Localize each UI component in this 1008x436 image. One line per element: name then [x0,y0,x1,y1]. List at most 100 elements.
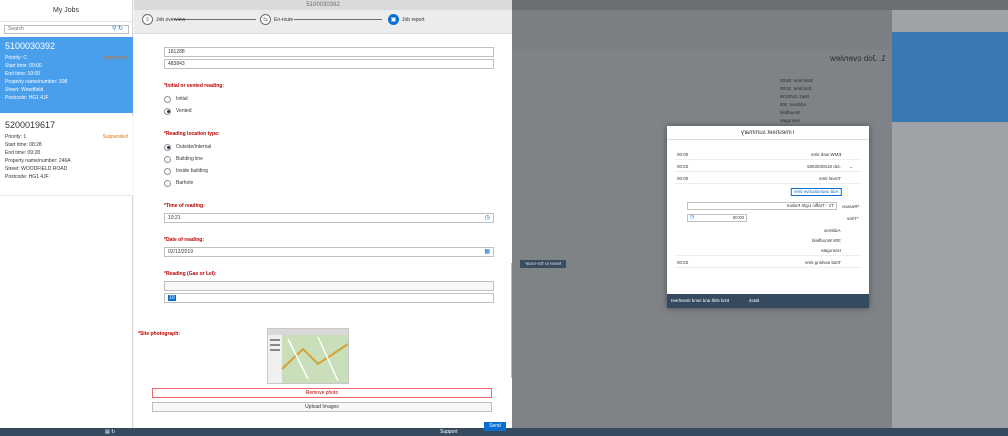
radio-label: Outside/Internal [176,144,212,150]
reading-label: *Reading (Gas or Lel): [164,271,217,277]
add-unproductive-time-button[interactable]: Add unproductive time [791,188,842,196]
step-en-route[interactable]: ⇆ En-route [260,14,296,25]
radio-label: Barhole [176,180,194,186]
right-header [512,0,1008,10]
send-button[interactable]: Send [484,422,506,431]
radio-selected-icon [164,107,171,115]
toolbar-icons[interactable]: ▤ ↻ [105,428,115,436]
job-property: Property name/number: 246A [5,158,71,164]
job-postcode: Postcode: HG1 4JF [5,174,49,180]
radio-initial[interactable]: Initial [164,93,494,105]
radio-icon [164,167,171,175]
value-field-2[interactable]: 483843 [164,59,494,69]
radio-label: Inside building [176,168,208,174]
job-item[interactable]: 5200019617 Priority: 1 Suspended Start t… [0,116,133,196]
right-info-3: Start: 01/02/19 [780,94,810,99]
time-input[interactable]: 00:00 [687,214,747,222]
initial-label: *Initial or vented reading: [164,83,225,89]
job-status: Suspended [102,134,128,140]
radio-label: Building line [176,156,203,162]
job-priority: Priority: C [5,55,27,61]
search-input[interactable]: Search [4,25,129,34]
radio-icon [164,95,171,103]
right-info-5: Woodfield [780,110,800,115]
list-icon: ≡ [142,14,153,25]
date-label: *Date of reading: [164,237,205,243]
job-priority: Priority: 1 [5,134,27,140]
radio-label: Vented [176,108,192,114]
remove-photo-button[interactable]: Remove photo [152,388,492,398]
date-field[interactable]: 02/12/2019 ▦ [164,247,494,257]
master-list: My Jobs Search ⚲ ↻ 5100030392 Priority: … [0,0,133,428]
value-field-1[interactable]: 181288 [164,47,494,57]
calendar-icon[interactable]: ▦ [484,248,490,256]
radio-label: Initial [176,96,188,102]
job-property: Property name/number: 308 [5,79,68,85]
radio-vented[interactable]: Vented [164,105,494,117]
reason-select[interactable]: T1 - Traffic Light Failure [687,202,837,210]
dialog-footer: Back End shift and send timesheet [667,294,869,308]
step-job-report[interactable]: ▣ Job report [388,14,428,25]
address-line-1: 308 Woodfield [812,238,841,243]
right-selected-job [892,32,1008,122]
job-status: Suspended [102,55,128,61]
back-button[interactable]: Back [749,294,759,308]
mirrored-app-with-dialog: 1. Job overview Start time: 09:00 End ti… [512,0,1008,428]
right-stepper [512,10,892,50]
left-app: My Jobs Search ⚲ ↻ 5100030392 Priority: … [0,0,514,436]
step-connector [174,19,256,20]
job-street: Street: WOODFIELD ROAD [5,166,68,172]
reading-empty-field [164,281,494,291]
clock-icon[interactable]: ◷ [690,214,694,220]
reading-field[interactable]: 10 [164,293,494,303]
step-label: Job report [402,16,425,23]
total-row: 03:00 Total working time [675,258,861,268]
job-end: End time: 10:00 [5,71,41,77]
right-info-4: Address: 308 [780,102,807,107]
radio-inside-building[interactable]: Inside building [164,165,494,177]
right-info-2: End time: 10:00 [780,86,812,91]
job-id: 5200019617 [5,120,56,130]
right-info-6: Harrogate [780,118,801,123]
job-street: Street: Woodfield [5,87,44,93]
support-link[interactable]: Support [440,428,458,436]
clock-icon[interactable]: ◷ [485,214,490,222]
upload-images-button[interactable]: Upload Images [152,402,492,412]
step-label: Job overview [156,16,186,23]
radio-barhole[interactable]: Barhole [164,177,494,189]
timesheet-dialog: Timesheet summary 00:00 EMW web time 03:0… [667,126,869,308]
radio-outside[interactable]: Outside/Internal [164,141,494,153]
route-icon: ⇆ [260,14,271,25]
step-job-overview[interactable]: ≡ Job overview [142,14,186,25]
dialog-row[interactable]: 03:00 Job 5100030392 ⌄ [675,162,861,172]
process-stepper: ≡ Job overview ⇆ En-route ▣ Job report [134,10,512,34]
job-start: Start time: 09:00 [5,63,42,69]
search-icon[interactable]: ⚲ ↻ [112,25,129,32]
dialog-row: 00:00 EMW web time [675,150,861,160]
report-form: 181288 483843 *Initial or vented reading… [138,47,494,341]
location-label: *Reading location type: [164,131,220,137]
job-id: 5100030392 [5,41,56,51]
detail-title: 5100030392 [134,0,512,10]
chevron-down-icon[interactable]: ⌄ [849,162,853,172]
step-connector [294,19,382,20]
time-field[interactable]: 10:21 ◷ [164,213,494,223]
dialog-row: 00:00 Travel time [675,174,861,184]
site-photo-thumbnail[interactable] [267,328,349,384]
step-label: En-route [274,16,294,23]
master-title: My Jobs [0,0,132,22]
radio-icon [164,155,171,163]
job-start: Start time: 08:28 [5,142,42,148]
address-line-2: Harrogate [675,246,861,256]
job-item-selected[interactable]: 5100030392 Priority: C Suspended Start t… [0,37,133,113]
address-row: Address [824,228,841,233]
map-image-icon [268,329,349,383]
radio-selected-icon [164,143,171,151]
right-info-1: Start time: 09:00 [780,78,814,83]
move-en-route-button[interactable]: Move to 'En-route' [520,260,566,268]
job-end: End time: 09:28 [5,150,41,156]
end-shift-button[interactable]: End shift and send timesheet [671,294,729,308]
time-label: *Time of reading: [164,203,205,209]
radio-building-line[interactable]: Building line [164,153,494,165]
dialog-title: Timesheet summary [667,126,869,140]
